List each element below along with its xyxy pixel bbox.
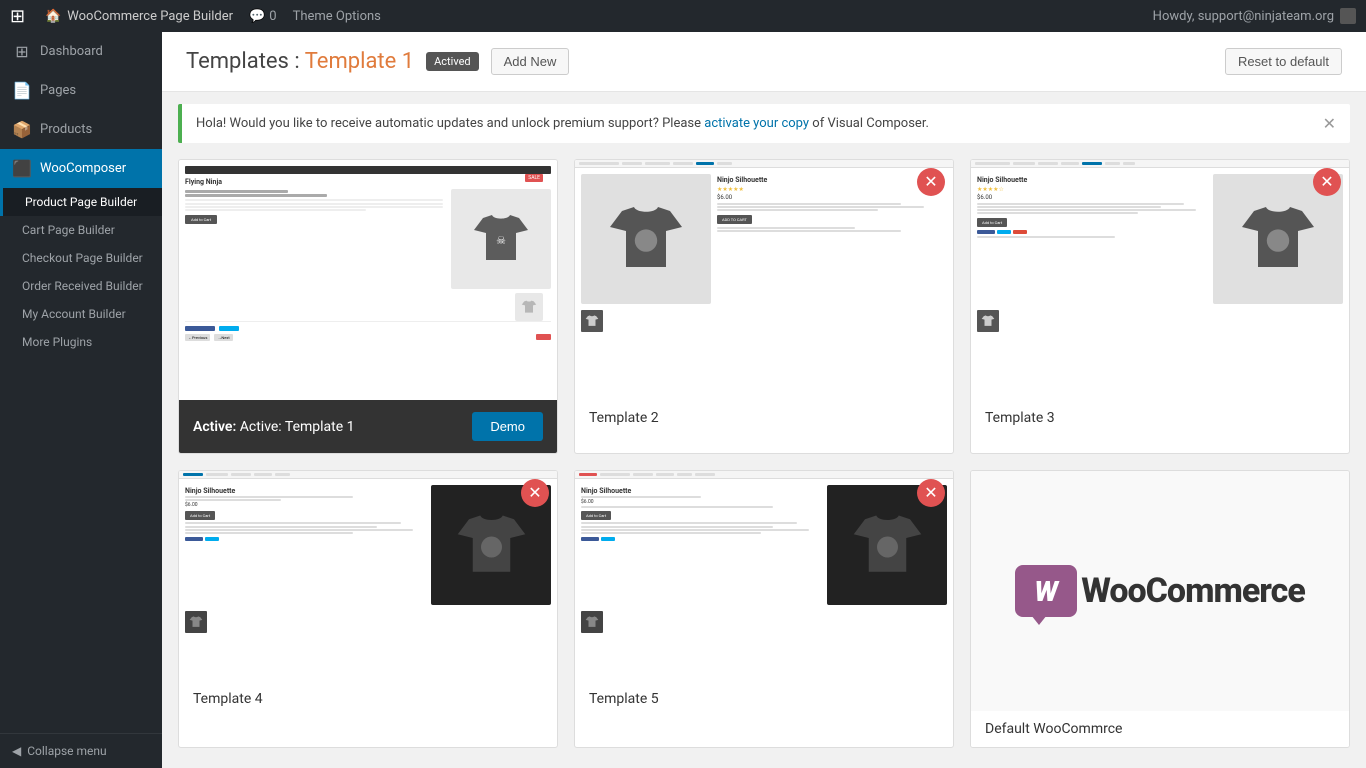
active-badge: Actived (426, 52, 479, 71)
collapse-icon: ◀ (12, 744, 21, 758)
comments-link[interactable]: 💬 0 (249, 9, 277, 24)
svg-text:☠: ☠ (496, 234, 506, 247)
template-card-5[interactable]: ✕ Ninjo Silhouette (574, 470, 954, 748)
template-3-preview: ✕ Ninjo Silhou (971, 160, 1349, 400)
activate-copy-link[interactable]: activate your copy (704, 116, 809, 131)
template-5-footer: Template 5 (575, 681, 953, 717)
home-icon: 🏠 (45, 9, 61, 24)
template-card-default-woocommerce[interactable]: W WooCommerce Default WooCommrce (970, 470, 1350, 748)
add-new-button[interactable]: Add New (491, 48, 570, 75)
template-card-3[interactable]: ✕ Ninjo Silhou (970, 159, 1350, 454)
wp-logo-icon: ⊞ (10, 6, 25, 27)
content-area: Templates : Template 1 Actived Add New R… (162, 32, 1366, 768)
notice-close-button[interactable]: ✕ (1323, 114, 1336, 133)
howdy-text: Howdy, support@ninjateam.org (1153, 8, 1356, 24)
template-1-active-label: Active: Active: Template 1 (193, 419, 355, 435)
sidebar-sub-checkout-page-builder[interactable]: Checkout Page Builder (0, 244, 162, 272)
template-card-1[interactable]: Flying Ninja SALE Add to Cart (178, 159, 558, 454)
template-2-label: Template 2 (589, 410, 659, 426)
pages-icon: 📄 (12, 81, 32, 100)
comments-icon: 💬 (249, 9, 265, 24)
default-woocommerce-label: Default WooCommrce (985, 721, 1122, 737)
template-3-remove-button[interactable]: ✕ (1313, 168, 1341, 196)
sidebar-sub-more-plugins[interactable]: More Plugins (0, 328, 162, 356)
sidebar-item-products[interactable]: 📦 Products (0, 110, 162, 149)
notice-banner: Hola! Would you like to receive automati… (178, 104, 1350, 143)
sidebar-sub-product-page-builder[interactable]: Product Page Builder (0, 188, 162, 216)
reset-default-button[interactable]: Reset to default (1225, 48, 1342, 75)
template-card-2[interactable]: ✕ (574, 159, 954, 454)
sidebar-sub-cart-page-builder[interactable]: Cart Page Builder (0, 216, 162, 244)
default-woocommerce-footer: Default WooCommrce (971, 711, 1349, 747)
admin-bar: ⊞ 🏠 WooCommerce Page Builder 💬 0 Theme O… (0, 0, 1366, 32)
products-icon: 📦 (12, 120, 32, 139)
sidebar-item-dashboard[interactable]: ⊞ Dashboard (0, 32, 162, 71)
template-1-demo-button[interactable]: Demo (472, 412, 543, 441)
sidebar-item-pages[interactable]: 📄 Pages (0, 71, 162, 110)
theme-options-link[interactable]: Theme Options (293, 9, 381, 24)
template-card-4[interactable]: ✕ Ninjo Silhouette (178, 470, 558, 748)
template-4-footer: Template 4 (179, 681, 557, 717)
templates-grid: Flying Ninja SALE Add to Cart (162, 155, 1366, 764)
default-woocommerce-preview: W WooCommerce (971, 471, 1349, 711)
page-title: Templates : Template 1 (186, 49, 414, 74)
template-1-active-footer: Active: Active: Template 1 Demo (179, 400, 557, 453)
template-2-preview: ✕ (575, 160, 953, 400)
dashboard-icon: ⊞ (12, 42, 32, 61)
template-4-preview: ✕ Ninjo Silhouette (179, 471, 557, 681)
site-name[interactable]: 🏠 WooCommerce Page Builder (45, 9, 233, 24)
template-3-footer: Template 3 (971, 400, 1349, 436)
sidebar-sub-my-account-builder[interactable]: My Account Builder (0, 300, 162, 328)
template-4-label: Template 4 (193, 691, 263, 707)
template-2-footer: Template 2 (575, 400, 953, 436)
notice-text: Hola! Would you like to receive automati… (196, 116, 929, 131)
sidebar-item-woocomposer[interactable]: ⬛ WooComposer (0, 149, 162, 188)
template-2-remove-button[interactable]: ✕ (917, 168, 945, 196)
template-5-preview: ✕ Ninjo Silhouette (575, 471, 953, 681)
woocomposer-icon: ⬛ (12, 159, 32, 178)
template-5-label: Template 5 (589, 691, 659, 707)
sidebar: ⊞ Dashboard 📄 Pages 📦 Products ⬛ WooComp… (0, 32, 162, 768)
collapse-menu-button[interactable]: ◀ Collapse menu (0, 733, 162, 768)
template-4-remove-button[interactable]: ✕ (521, 479, 549, 507)
sidebar-sub-order-received-builder[interactable]: Order Received Builder (0, 272, 162, 300)
template-1-preview: Flying Ninja SALE Add to Cart (179, 160, 557, 400)
template-3-label: Template 3 (985, 410, 1055, 426)
template-5-remove-button[interactable]: ✕ (917, 479, 945, 507)
avatar (1340, 8, 1356, 24)
page-header: Templates : Template 1 Actived Add New R… (162, 32, 1366, 92)
